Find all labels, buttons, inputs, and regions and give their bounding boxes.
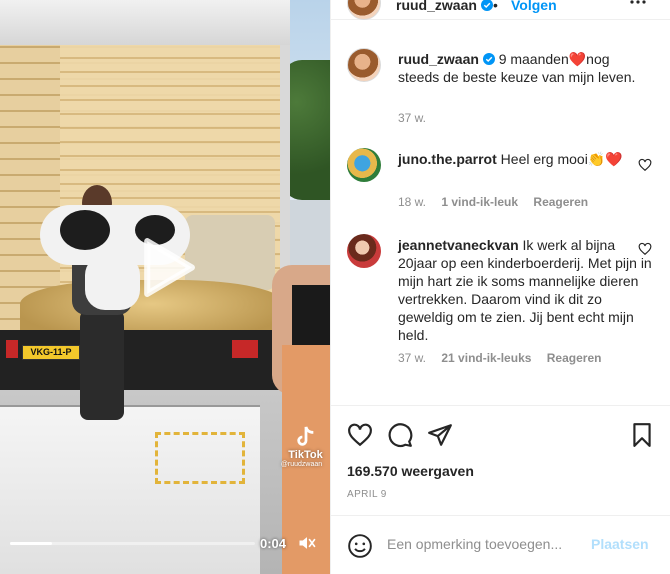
- commenter-username[interactable]: juno.the.parrot: [398, 151, 497, 167]
- verified-icon: [480, 0, 493, 11]
- post-date: APRIL 9: [347, 489, 387, 500]
- caption-avatar[interactable]: [347, 48, 381, 82]
- comment-likes[interactable]: 21 vind-ik-leuks: [441, 351, 531, 365]
- caption-username[interactable]: ruud_zwaan: [398, 51, 479, 67]
- heart-icon[interactable]: [638, 242, 652, 256]
- comment-input[interactable]: [387, 532, 587, 556]
- tiktok-watermark: TikTok @ruudzwaan: [281, 425, 328, 468]
- share-icon[interactable]: [427, 422, 453, 448]
- mute-icon[interactable]: [297, 533, 317, 553]
- reel-video[interactable]: VKG-11-P TikTok @ruudzwaan 0:04: [0, 0, 330, 574]
- comment-composer: Plaatsen: [331, 515, 670, 574]
- bookmark-icon[interactable]: [629, 422, 655, 448]
- tiktok-user: @ruudzwaan: [280, 461, 323, 468]
- video-time: 0:04: [260, 536, 287, 551]
- comment-text: Heel erg mooi👏❤️: [500, 151, 623, 167]
- video-progress-bar[interactable]: [10, 542, 255, 545]
- heart-icon[interactable]: [638, 158, 652, 172]
- commenter-avatar[interactable]: [347, 234, 381, 268]
- post-panel: ruud_zwaan • Volgen ruud_zwaan 9 maanden…: [330, 0, 670, 574]
- play-icon[interactable]: [133, 235, 198, 300]
- post-header: ruud_zwaan • Volgen: [331, 0, 670, 20]
- post-button[interactable]: Plaatsen: [591, 536, 649, 552]
- view-count[interactable]: 169.570 weergaven: [347, 463, 474, 479]
- caption: ruud_zwaan 9 maanden❤️nog steeds de best…: [331, 44, 670, 134]
- tiktok-brand: TikTok: [288, 449, 323, 461]
- verified-icon: [482, 53, 495, 65]
- header-separator: •: [493, 0, 498, 13]
- commenter-avatar[interactable]: [347, 148, 381, 182]
- action-bar: 169.570 weergaven APRIL 9: [331, 405, 670, 515]
- comment: jeannetvaneckvan Ik werk al bijna 20jaar…: [331, 232, 670, 372]
- author-avatar[interactable]: [347, 0, 381, 20]
- video-progress-fill: [10, 542, 52, 545]
- comment-age: 18 w.: [398, 195, 427, 209]
- emoji-icon[interactable]: [347, 533, 373, 559]
- follow-button[interactable]: Volgen: [511, 0, 557, 13]
- reply-button[interactable]: Reageren: [547, 351, 602, 365]
- comment: juno.the.parrot Heel erg mooi👏❤️ 18 w. 1…: [331, 146, 670, 216]
- comment-icon[interactable]: [387, 422, 413, 448]
- caption-age: 37 w.: [398, 111, 427, 125]
- comment-likes[interactable]: 1 vind-ik-leuk: [441, 195, 518, 209]
- commenter-username[interactable]: jeannetvaneckvan: [398, 237, 519, 253]
- loading-ramp: [0, 405, 260, 574]
- comment-age: 37 w.: [398, 351, 427, 365]
- more-options-icon[interactable]: [628, 0, 648, 12]
- reply-button[interactable]: Reageren: [533, 195, 588, 209]
- heart-icon[interactable]: [347, 422, 373, 448]
- woman: [272, 185, 330, 574]
- tiktok-logo-icon: [296, 426, 313, 446]
- author-username[interactable]: ruud_zwaan: [396, 0, 493, 13]
